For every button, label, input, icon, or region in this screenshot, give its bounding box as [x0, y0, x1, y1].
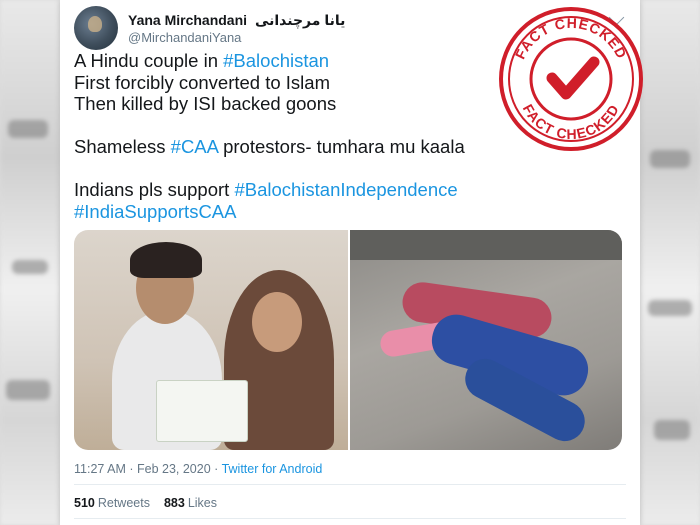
retweets-count: 510 — [74, 496, 95, 510]
tweet-text-line: Then killed by ISI backed goons — [74, 93, 524, 115]
fact-checked-stamp: FACT CHECKED FACT CHECKED — [499, 7, 643, 151]
likes-count: 883 — [163, 496, 185, 510]
tweet-text-line: Indians pls support #BalochistanIndepend… — [74, 179, 524, 201]
hashtag-link[interactable]: #CAA — [171, 136, 218, 157]
tweet-stats: 510 Retweets 883 Likes — [74, 496, 217, 510]
photo-scene[interactable] — [350, 230, 622, 450]
tweet-text-segment: protestors- tumhara mu kaala — [217, 136, 465, 157]
tweet-text-line: First forcibly converted to Islam — [74, 72, 524, 94]
hashtag-link[interactable]: #BalochistanIndependence — [234, 179, 457, 200]
tweet-text-segment: First forcibly converted to Islam — [74, 71, 330, 93]
tweet-text-line: Shameless #CAA protestors- tumhara mu ka… — [74, 136, 524, 158]
tweet-text-blank-line — [74, 115, 524, 137]
blurred-background-right — [640, 0, 700, 525]
display-name-alt[interactable]: یانا مرچندانی — [255, 12, 345, 28]
likes-label: Likes — [187, 496, 218, 510]
tweet-text-segment: Then killed by ISI backed goons — [74, 93, 337, 114]
blurred-background-left — [0, 0, 60, 525]
photo-couple[interactable] — [74, 230, 348, 450]
divider — [74, 484, 626, 485]
retweets-label: Retweets — [97, 496, 150, 510]
tweet-text-segment: Indians pls support — [74, 179, 235, 200]
divider — [74, 518, 626, 519]
hashtag-link[interactable]: #IndiaSupportsCAA — [74, 201, 237, 222]
display-name[interactable]: Yana Mirchandani یانا مرچندانی — [128, 12, 345, 29]
likes-stat[interactable]: 883 Likes — [164, 496, 217, 510]
tweet-text-segment: Shameless — [74, 136, 171, 157]
tweet-text-segment: A Hindu couple in — [74, 50, 224, 71]
tweet-media[interactable] — [74, 230, 622, 450]
meta-separator: · — [210, 462, 222, 476]
retweets-stat[interactable]: 510 Retweets — [74, 496, 150, 510]
tweet-client-link[interactable]: Twitter for Android — [222, 462, 323, 476]
tweet-timestamp[interactable]: 11:27 AM · Feb 23, 2020 — [74, 462, 211, 476]
avatar[interactable] — [74, 6, 118, 50]
tweet-text-blank-line — [74, 158, 524, 180]
hashtag-link[interactable]: #Balochistan — [223, 50, 329, 71]
tweet-meta: 11:27 AM · Feb 23, 2020 · Twitter for An… — [74, 462, 322, 476]
user-handle[interactable]: @MirchandaniYana — [128, 30, 241, 45]
tweet-text-line: #IndiaSupportsCAA — [74, 201, 524, 223]
tweet-text: A Hindu couple in #Balochistan First forc… — [74, 50, 524, 222]
tweet-text-line: A Hindu couple in #Balochistan — [74, 50, 524, 72]
display-name-text[interactable]: Yana Mirchandani — [128, 12, 247, 28]
